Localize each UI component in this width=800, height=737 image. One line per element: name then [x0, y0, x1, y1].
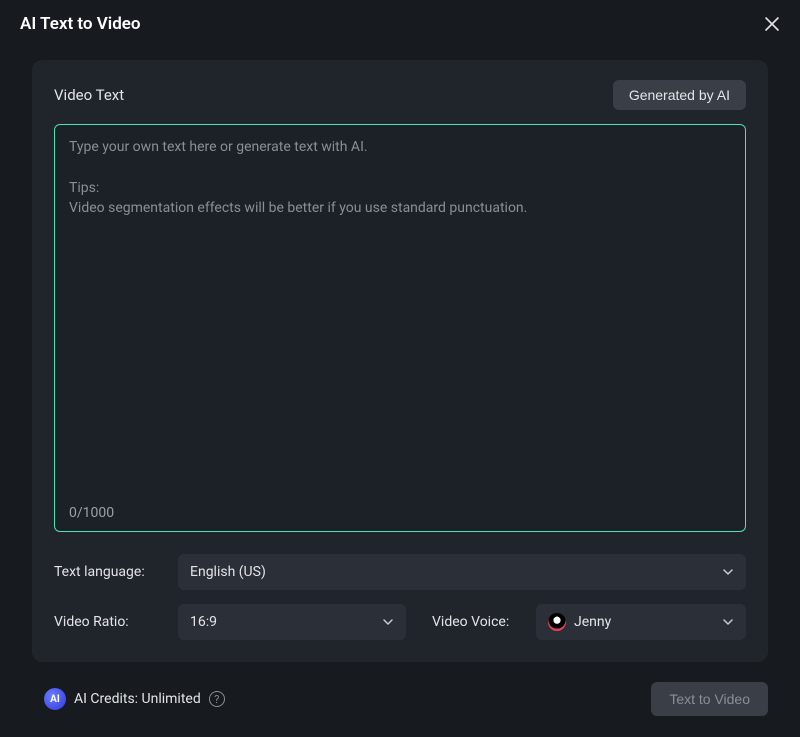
language-label: Text language: [54, 564, 164, 580]
ai-credits: AI AI Credits: Unlimited ? [44, 688, 225, 710]
dialog-title: AI Text to Video [20, 14, 141, 34]
video-text-container: 0/1000 [54, 124, 746, 532]
generate-ai-button[interactable]: Generated by AI [613, 80, 746, 110]
language-value: English (US) [190, 564, 266, 580]
form-section: Text language: English (US) Video Ratio:… [54, 554, 746, 640]
voice-avatar-icon [548, 613, 566, 631]
ai-badge-icon: AI [44, 688, 66, 710]
help-icon[interactable]: ? [209, 691, 225, 707]
video-text-input[interactable] [55, 125, 745, 495]
language-select[interactable]: English (US) [178, 554, 746, 590]
main-panel: Video Text Generated by AI 0/1000 Text l… [32, 60, 768, 662]
chevron-down-icon [722, 616, 734, 628]
text-to-video-button[interactable]: Text to Video [651, 682, 768, 716]
close-icon [764, 16, 780, 32]
voice-label: Video Voice: [432, 614, 522, 630]
dialog-header: AI Text to Video [0, 0, 800, 48]
credits-text: AI Credits: Unlimited [74, 691, 201, 707]
ratio-voice-row: Video Ratio: 16:9 Video Voice: Jenny [54, 604, 746, 640]
ratio-label: Video Ratio: [54, 614, 164, 630]
ratio-value: 16:9 [190, 614, 217, 630]
ratio-select[interactable]: 16:9 [178, 604, 406, 640]
voice-value: Jenny [574, 614, 611, 630]
close-button[interactable] [760, 12, 784, 36]
character-count: 0/1000 [69, 505, 114, 521]
voice-select[interactable]: Jenny [536, 604, 746, 640]
footer-bar: AI AI Credits: Unlimited ? Text to Video [0, 662, 800, 716]
chevron-down-icon [722, 566, 734, 578]
video-text-label: Video Text [54, 86, 124, 104]
panel-top-row: Video Text Generated by AI [54, 80, 746, 110]
chevron-down-icon [382, 616, 394, 628]
language-row: Text language: English (US) [54, 554, 746, 590]
